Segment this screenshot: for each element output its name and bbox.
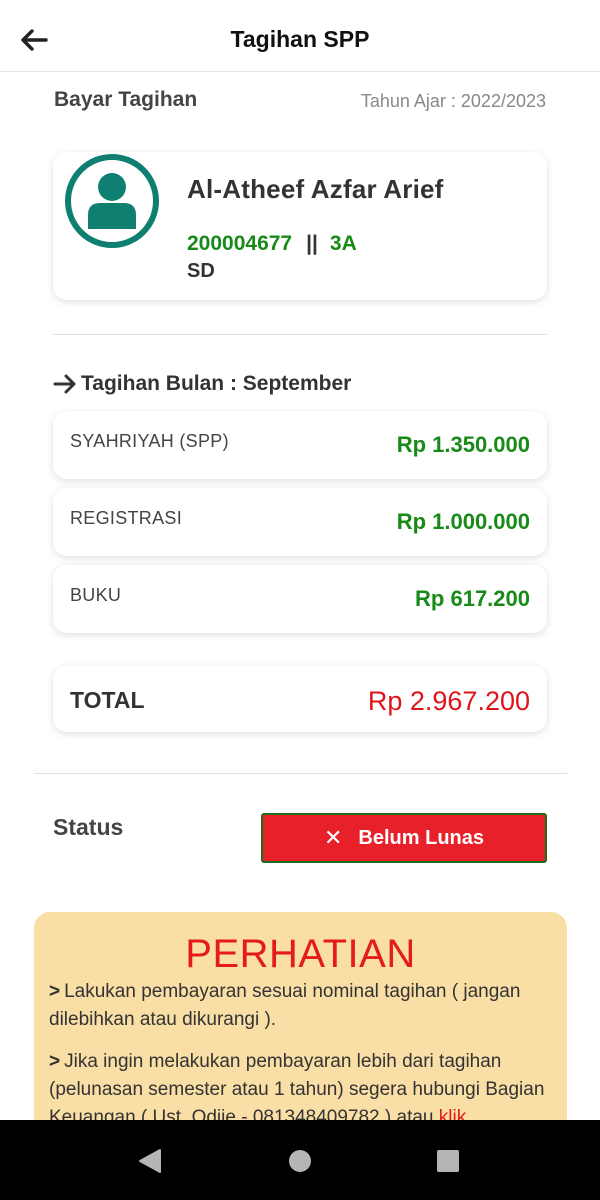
divider [34,773,567,774]
payment-status-value: Belum Lunas [358,826,484,849]
student-level: SD [187,260,215,282]
bill-month-label: Tagihan Bulan : September [81,372,352,395]
bill-item-label: REGISTRASI [70,508,183,528]
section-header: Bayar Tagihan Tahun Ajar : 2022/2023 [54,88,546,116]
chevron-right-icon: > [49,981,61,1002]
total-amount: Rp 2.967.200 [367,686,530,716]
circle-home-icon [289,1150,311,1172]
bill-item: SYAHRIYAH (SPP) Rp 1.350.000 [53,411,547,479]
student-id-row: 200004677 || 3A [187,232,357,256]
bill-item-amount: Rp 1.350.000 [396,432,530,457]
student-card: Al-Atheef Azfar Arief 200004677 || 3A SD [53,152,547,300]
student-id: 200004677 [187,232,293,255]
notice-item-text: Jika ingin melakukan pembayaran lebih da… [49,1051,545,1128]
bill-item-amount: Rp 1.000.000 [396,509,530,534]
bill-item: BUKU Rp 617.200 [53,565,547,633]
app-bar: Tagihan SPP [0,0,600,72]
nav-recents-button[interactable] [431,1144,465,1178]
page-title: Tagihan SPP [230,26,370,52]
section-title: Bayar Tagihan [54,88,198,111]
x-icon: ✕ [323,825,343,850]
id-separator: || [306,232,318,255]
bill-month-heading: Tagihan Bulan : September [53,372,351,396]
triangle-back-icon [139,1149,161,1173]
payment-status-button[interactable]: ✕ Belum Lunas [261,813,547,863]
chevron-right-icon: > [49,1051,61,1072]
notice-item-text: Lakukan pembayaran sesuai nominal tagiha… [49,981,521,1030]
student-class: 3A [329,232,357,255]
square-recents-icon [437,1150,459,1172]
bill-item: REGISTRASI Rp 1.000.000 [53,488,547,556]
avatar [65,154,159,248]
nav-home-button[interactable] [283,1144,317,1178]
school-year-label: Tahun Ajar : 2022/2023 [360,91,546,111]
student-name: Al-Atheef Azfar Arief [187,174,444,204]
user-icon [88,173,136,229]
notice-item: > Lakukan pembayaran sesuai nominal tagih… [49,978,552,1034]
total-label: TOTAL [70,687,145,713]
bill-item-label: SYAHRIYAH (SPP) [70,431,229,451]
bill-item-amount: Rp 617.200 [415,586,530,611]
arrow-right-icon [53,374,77,394]
divider [53,334,547,335]
total-card: TOTAL Rp 2.967.200 [53,666,547,732]
notice-title: PERHATIAN [185,932,416,976]
nav-back-button[interactable] [133,1144,167,1178]
status-label: Status [53,814,124,840]
system-nav-bar [0,1120,600,1200]
bill-item-label: BUKU [70,585,122,605]
